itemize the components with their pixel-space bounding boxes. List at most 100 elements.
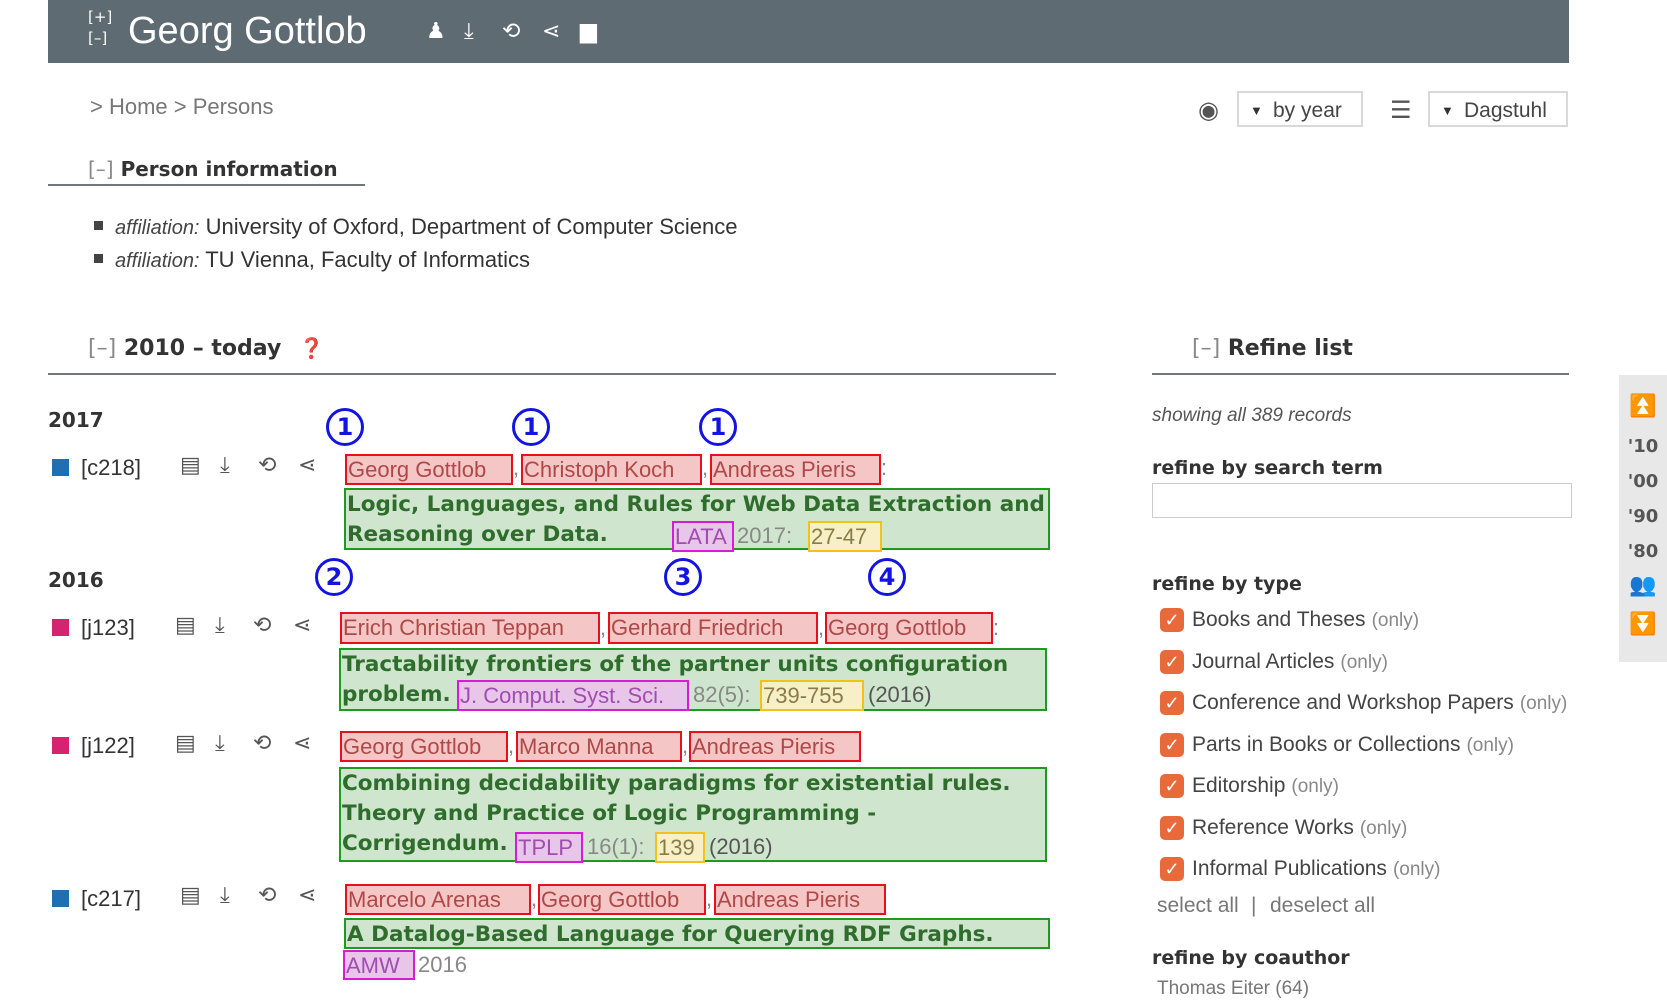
year-nav-item[interactable]: '80 bbox=[1619, 541, 1667, 562]
volume-issue-text: 16(1): bbox=[587, 834, 645, 859]
share-icon[interactable]: ⋖ bbox=[293, 614, 311, 638]
annotation-badge: 2 bbox=[315, 558, 353, 596]
chevron-down-icon: ▼ bbox=[1441, 103, 1454, 118]
download-icon[interactable]: ⤓ bbox=[464, 20, 474, 44]
order-dropdown[interactable]: ▼ by year bbox=[1237, 91, 1363, 127]
type-filter-conferences[interactable]: ✓ Conference and Workshop Papers (only) bbox=[1160, 691, 1567, 715]
coauthor-filter-item[interactable]: Thomas Eiter (64) bbox=[1157, 978, 1309, 1000]
author-link[interactable]: Georg Gottlob bbox=[340, 731, 508, 762]
download-icon[interactable]: ⤓ bbox=[220, 884, 230, 908]
only-link[interactable]: (only) bbox=[1466, 735, 1514, 756]
export-icon[interactable]: ⟲ bbox=[253, 614, 271, 638]
author-link[interactable]: Andreas Pieris bbox=[689, 731, 861, 762]
affiliation-item: affiliation: University of Oxford, Depar… bbox=[94, 214, 738, 240]
author-link[interactable]: Georg Gottlob bbox=[538, 884, 706, 915]
download-icon[interactable]: ⤓ bbox=[215, 614, 225, 638]
share-icon[interactable]: ⋖ bbox=[293, 732, 311, 756]
breadcrumb-persons[interactable]: > Persons bbox=[174, 94, 274, 119]
coauthor-label: refine by coauthor bbox=[1152, 947, 1350, 969]
type-filter-reference[interactable]: ✓ Reference Works (only) bbox=[1160, 816, 1407, 840]
author-link[interactable]: Gerhard Friedrich bbox=[608, 612, 818, 644]
year-nav-item[interactable]: '10 bbox=[1619, 436, 1667, 457]
select-all-link[interactable]: select all bbox=[1157, 894, 1239, 918]
mirror-dropdown[interactable]: ▼ Dagstuhl bbox=[1428, 91, 1568, 127]
venue-link[interactable]: TPLP bbox=[515, 832, 583, 863]
year-nav-item[interactable]: '90 bbox=[1619, 506, 1667, 527]
help-icon[interactable]: ❓ bbox=[299, 336, 324, 360]
checkbox-icon[interactable]: ✓ bbox=[1160, 608, 1184, 632]
export-icon[interactable]: ⟲ bbox=[258, 454, 276, 478]
author-link[interactable]: Marco Manna bbox=[516, 731, 682, 762]
only-link[interactable]: (only) bbox=[1340, 652, 1388, 673]
only-link[interactable]: (only) bbox=[1372, 610, 1420, 631]
author-link[interactable]: Andreas Pieris bbox=[714, 884, 886, 915]
type-filter-journals[interactable]: ✓ Journal Articles (only) bbox=[1160, 650, 1388, 674]
refine-header[interactable]: [–] Refine list bbox=[1192, 336, 1353, 361]
electronic-edition-icon[interactable]: ▤ bbox=[175, 732, 196, 756]
checkbox-icon[interactable]: ✓ bbox=[1160, 733, 1184, 757]
breadcrumb-home[interactable]: > Home bbox=[90, 94, 168, 119]
electronic-edition-icon[interactable]: ▤ bbox=[175, 614, 196, 638]
download-icon[interactable]: ⤓ bbox=[220, 454, 230, 478]
publication-key: [c218] bbox=[52, 455, 141, 481]
person-info-toggle[interactable]: [–] bbox=[88, 157, 114, 181]
checkbox-icon[interactable]: ✓ bbox=[1160, 774, 1184, 798]
export-icon[interactable]: ⟲ bbox=[253, 732, 271, 756]
publication-year-text: 2016 bbox=[418, 952, 467, 977]
type-filter-informal[interactable]: ✓ Informal Publications (only) bbox=[1160, 857, 1440, 881]
checkbox-icon[interactable]: ✓ bbox=[1160, 857, 1184, 881]
only-link[interactable]: (only) bbox=[1520, 693, 1568, 714]
export-icon[interactable]: ⟲ bbox=[502, 20, 520, 44]
venue-link[interactable]: J. Comput. Syst. Sci. bbox=[457, 680, 689, 711]
coauthors-icon[interactable]: 👥 bbox=[1619, 573, 1667, 598]
only-link[interactable]: (only) bbox=[1393, 859, 1441, 880]
author-link[interactable]: Georg Gottlob bbox=[345, 454, 513, 485]
deselect-all-link[interactable]: deselect all bbox=[1270, 894, 1375, 918]
year-nav-item[interactable]: '00 bbox=[1619, 471, 1667, 492]
refine-toggle[interactable]: [–] bbox=[1192, 336, 1220, 361]
type-filter-books[interactable]: ✓ Books and Theses (only) bbox=[1160, 608, 1419, 632]
venue-link[interactable]: AMW bbox=[343, 950, 415, 980]
author-link[interactable]: Andreas Pieris bbox=[710, 454, 881, 485]
venue-link[interactable]: LATA bbox=[672, 521, 734, 552]
author-link[interactable]: Marcelo Arenas bbox=[345, 884, 531, 915]
publications-header[interactable]: [–] 2010 – today ❓ bbox=[88, 336, 324, 361]
author-link[interactable]: Erich Christian Teppan bbox=[340, 612, 600, 644]
page-range: 739-755 bbox=[760, 680, 864, 711]
expand-collapse-toggle[interactable]: [+] [–] bbox=[88, 7, 112, 49]
type-filter-parts[interactable]: ✓ Parts in Books or Collections (only) bbox=[1160, 733, 1514, 757]
annotation-badge: 1 bbox=[512, 408, 550, 446]
publications-title: 2010 – today bbox=[123, 336, 282, 361]
person-info-header[interactable]: [–] Person information bbox=[88, 157, 338, 181]
electronic-edition-icon[interactable]: ▤ bbox=[180, 454, 201, 478]
journal-type-icon bbox=[52, 619, 69, 636]
publications-toggle[interactable]: [–] bbox=[88, 336, 116, 361]
database-icon[interactable]: ☰ bbox=[1390, 96, 1412, 124]
download-icon[interactable]: ⤓ bbox=[215, 732, 225, 756]
author-separator: , bbox=[706, 886, 713, 911]
checkbox-icon[interactable]: ✓ bbox=[1160, 691, 1184, 715]
person-icon[interactable]: ♟ bbox=[426, 20, 446, 44]
refine-search-input[interactable] bbox=[1152, 483, 1572, 518]
electronic-edition-icon[interactable]: ▤ bbox=[180, 884, 201, 908]
collapse-all-button[interactable]: [–] bbox=[88, 28, 112, 49]
only-link[interactable]: (only) bbox=[1291, 776, 1339, 797]
jump-bottom-icon[interactable]: ⏬ bbox=[1619, 612, 1667, 637]
expand-all-button[interactable]: [+] bbox=[88, 7, 112, 28]
share-icon[interactable]: ⋖ bbox=[542, 20, 560, 44]
publication-key: [c217] bbox=[52, 886, 141, 912]
export-icon[interactable]: ⟲ bbox=[258, 884, 276, 908]
author-link[interactable]: Georg Gottlob bbox=[825, 612, 993, 644]
bullet-icon bbox=[94, 254, 103, 263]
share-icon[interactable]: ⋖ bbox=[298, 454, 316, 478]
comment-icon[interactable]: ▆ bbox=[580, 20, 597, 44]
checkbox-icon[interactable]: ✓ bbox=[1160, 650, 1184, 674]
type-filter-editorship[interactable]: ✓ Editorship (only) bbox=[1160, 774, 1339, 798]
author-link[interactable]: Christoph Koch bbox=[521, 454, 702, 485]
share-icon[interactable]: ⋖ bbox=[298, 884, 316, 908]
only-link[interactable]: (only) bbox=[1360, 818, 1408, 839]
checkbox-icon[interactable]: ✓ bbox=[1160, 816, 1184, 840]
jump-top-icon[interactable]: ⏫ bbox=[1619, 394, 1667, 419]
volume-issue-text: 82(5): bbox=[693, 682, 751, 707]
eye-icon[interactable]: ◉ bbox=[1198, 96, 1219, 124]
